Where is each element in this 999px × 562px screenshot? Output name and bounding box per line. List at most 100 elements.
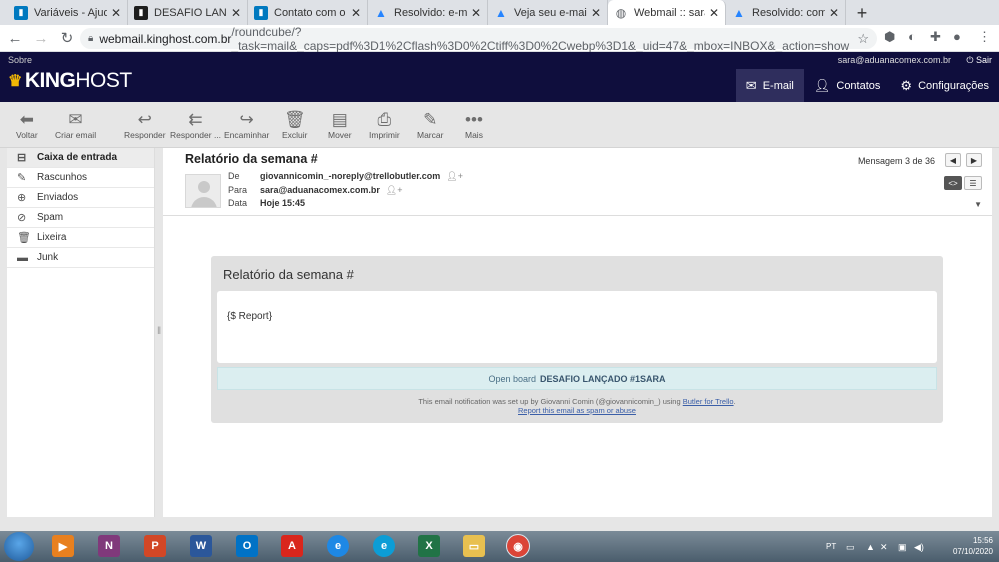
- from-address[interactable]: giovannicomin_-noreply@trellobutler.com: [260, 171, 440, 182]
- profile-icon[interactable]: ●: [953, 29, 961, 44]
- chevron-up-icon[interactable]: ▲: [866, 542, 875, 552]
- nav-contacts-label: Contatos: [836, 79, 881, 92]
- chrome-icon[interactable]: ◉: [506, 534, 530, 558]
- trash-icon: 🗑︎: [17, 232, 31, 244]
- browser-tab-5[interactable]: ◍ Webmail :: sara@a ✕: [608, 0, 726, 25]
- compose-icon: ✉: [68, 110, 83, 129]
- forward-button[interactable]: ↪ Encaminhar: [224, 110, 269, 140]
- puzzle-icon[interactable]: ✚: [930, 29, 941, 45]
- address-bar-row: ← → ↻ 🔒︎ webmail.kinghost.com.br/roundcu…: [0, 25, 999, 53]
- to-address[interactable]: sara@aduanacomex.com.br: [260, 185, 380, 196]
- extension-icon[interactable]: ⬢: [884, 29, 895, 45]
- tab-title: Resolvido: como g: [752, 6, 825, 19]
- new-tab-button[interactable]: +: [850, 1, 874, 25]
- browser-tab-2[interactable]: ▮ Contato com o Sup ✕: [248, 0, 368, 25]
- prev-message-button[interactable]: ◀: [945, 153, 961, 167]
- keyboard-icon[interactable]: ▭: [846, 542, 855, 553]
- browser-tab-4[interactable]: ▲ Veja seu e-mail - E ✕: [488, 0, 608, 25]
- close-icon[interactable]: ✕: [351, 6, 361, 20]
- word-icon[interactable]: W: [190, 535, 212, 557]
- atlassian-icon: ▲: [375, 5, 387, 20]
- compose-button[interactable]: ✉ Criar email: [55, 110, 96, 140]
- nav-email[interactable]: ✉ E-mail: [735, 69, 804, 102]
- report-spam-link[interactable]: Report this email as spam or abuse: [518, 406, 636, 415]
- folder-spam[interactable]: ⊘ Spam: [7, 208, 154, 228]
- trello-icon: ▮: [134, 5, 148, 20]
- nav-settings[interactable]: ⚙ Configurações: [890, 69, 999, 102]
- edge-icon[interactable]: e: [373, 535, 395, 557]
- back-button[interactable]: ⬅ Voltar: [16, 110, 38, 140]
- about-link[interactable]: Sobre: [8, 55, 32, 65]
- close-icon[interactable]: ✕: [231, 6, 241, 20]
- onenote-icon[interactable]: N: [98, 535, 120, 557]
- add-contact-icon[interactable]: 👤︎+: [446, 171, 463, 182]
- forward-icon: ↪: [239, 110, 254, 129]
- move-label: Mover: [328, 130, 352, 140]
- close-icon[interactable]: ✕: [591, 6, 601, 20]
- nav-contacts[interactable]: 👤︎ Contatos: [804, 69, 891, 102]
- browser-tab-6[interactable]: ▲ Resolvido: como g ✕: [726, 0, 846, 25]
- star-icon[interactable]: ☆: [857, 31, 869, 47]
- reload-icon[interactable]: ↻: [56, 29, 78, 47]
- close-icon[interactable]: ✕: [471, 6, 481, 20]
- delete-button[interactable]: 🗑︎ Excluir: [282, 110, 308, 140]
- crown-icon: ♛: [8, 73, 22, 90]
- language-indicator[interactable]: PT: [826, 542, 836, 551]
- folder-inbox[interactable]: ⊟ Caixa de entrada: [7, 148, 154, 168]
- folder-trash[interactable]: 🗑︎ Lixeira: [7, 228, 154, 248]
- butler-link[interactable]: Butler for Trello: [683, 397, 734, 406]
- extension-icon[interactable]: ◐: [908, 29, 916, 44]
- acrobat-icon[interactable]: A: [281, 535, 303, 557]
- media-player-icon[interactable]: ▶: [52, 535, 74, 557]
- print-button[interactable]: ⎙ Imprimir: [369, 110, 400, 140]
- reply-button[interactable]: ↩ Responder: [124, 110, 166, 140]
- browser-tab-0[interactable]: ▮ Variáveis - Ajuda d ✕: [8, 0, 128, 25]
- folder-sent[interactable]: ⊕ Enviados: [7, 188, 154, 208]
- more-icon: •••: [465, 110, 483, 129]
- excel-icon[interactable]: X: [418, 535, 440, 557]
- kebab-menu-icon[interactable]: ⋮: [978, 29, 991, 45]
- back-arrow-icon[interactable]: ←: [4, 30, 26, 47]
- open-board-link[interactable]: Open board DESAFIO LANÇADO #1SARA: [217, 367, 937, 390]
- person-icon: 👤︎: [813, 77, 831, 93]
- network-icon[interactable]: ✕: [880, 542, 888, 553]
- start-button[interactable]: [4, 532, 34, 561]
- chevron-down-icon[interactable]: ▼: [974, 200, 982, 209]
- file-explorer-icon[interactable]: ▭: [463, 535, 485, 557]
- atlassian-icon: ▲: [495, 5, 507, 20]
- delete-label: Excluir: [282, 130, 308, 140]
- folder-junk[interactable]: ▬ Junk: [7, 248, 154, 268]
- add-contact-icon[interactable]: 👤︎+: [386, 185, 403, 196]
- logo[interactable]: ♛ KING HOST: [8, 69, 132, 93]
- close-icon[interactable]: ✕: [111, 6, 121, 20]
- url-input[interactable]: 🔒︎ webmail.kinghost.com.br/roundcube/?_t…: [80, 25, 877, 53]
- trash-icon: 🗑︎: [283, 110, 306, 129]
- forward-arrow-icon[interactable]: →: [30, 30, 52, 47]
- folder-drafts[interactable]: ✎ Rascunhos: [7, 168, 154, 188]
- url-path: /roundcube/?_task=mail&_caps=pdf%3D1%2Cf…: [231, 24, 850, 53]
- browser-tab-3[interactable]: ▲ Resolvido: e-mail a ✕: [368, 0, 488, 25]
- powerpoint-icon[interactable]: P: [144, 535, 166, 557]
- mark-button[interactable]: ✎ Marcar: [417, 110, 443, 140]
- reply-all-button[interactable]: ⇇ Responder ...: [170, 110, 221, 140]
- outlook-icon[interactable]: O: [236, 535, 258, 557]
- next-message-button[interactable]: ▶: [966, 153, 982, 167]
- browser-tab-1[interactable]: ▮ DESAFIO LANÇADO ✕: [128, 0, 248, 25]
- clock[interactable]: 15:56 07/10/2020: [953, 535, 993, 557]
- close-icon[interactable]: ✕: [829, 6, 839, 20]
- internet-explorer-icon[interactable]: e: [327, 535, 349, 557]
- plain-view-button[interactable]: ☰: [964, 176, 982, 190]
- more-button[interactable]: ••• Mais: [465, 110, 483, 140]
- back-label: Voltar: [16, 130, 38, 140]
- move-button[interactable]: ▤ Mover: [328, 110, 352, 140]
- display-icon[interactable]: ▣: [898, 542, 907, 553]
- html-view-button[interactable]: <>: [944, 176, 962, 190]
- volume-icon[interactable]: ◀): [914, 542, 924, 553]
- folder-label: Rascunhos: [37, 172, 88, 183]
- pane-splitter[interactable]: ‖: [155, 148, 163, 517]
- logout-button[interactable]: ⏻ Sair: [966, 55, 992, 66]
- message-pane: Relatório da semana # De giovannicomin_-…: [163, 148, 992, 517]
- tab-title: Veja seu e-mail - E: [514, 6, 587, 19]
- more-label: Mais: [465, 130, 483, 140]
- close-icon[interactable]: ✕: [709, 6, 719, 20]
